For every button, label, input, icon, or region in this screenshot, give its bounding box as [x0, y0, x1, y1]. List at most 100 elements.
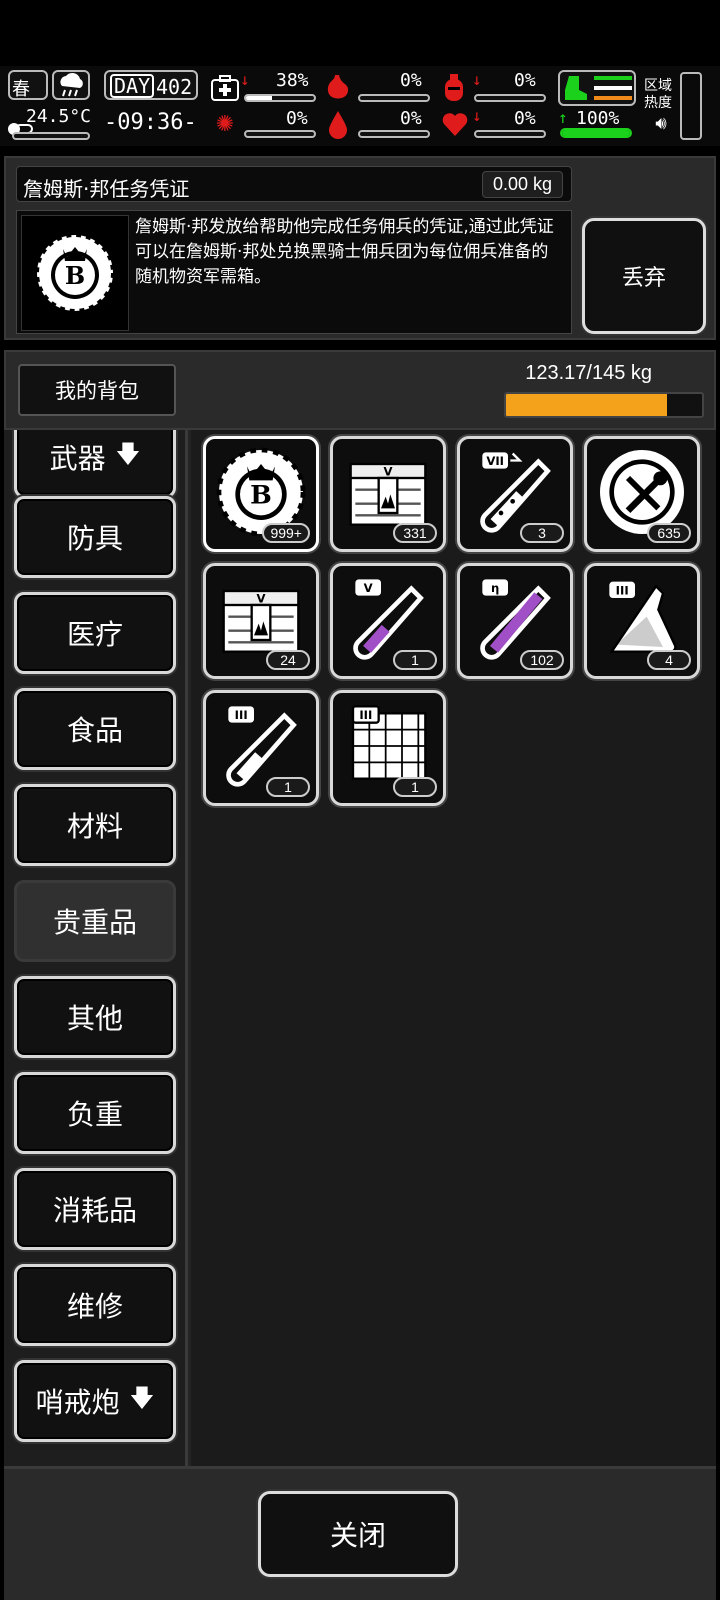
item-slot[interactable]: B 999+ [203, 436, 319, 552]
svg-text:VII: VII [486, 454, 504, 468]
category-8[interactable]: 消耗品 [14, 1168, 176, 1250]
category-label: 武器 [49, 442, 106, 475]
svg-text:B: B [250, 481, 272, 511]
category-4[interactable]: 材料 [14, 784, 176, 866]
scroll-down-arrow-icon: 🡇 [115, 439, 141, 468]
svg-text:V: V [383, 465, 392, 479]
category-1[interactable]: 防具 [14, 496, 176, 578]
svg-text:III: III [235, 708, 248, 722]
item-name: 詹姆斯·邦任务凭证 [23, 177, 190, 201]
category-label: 消耗品 [52, 1194, 137, 1227]
item-detail-panel: 詹姆斯·邦任务凭证 0.00 kg B 詹姆斯·邦发放给帮助他完成任务佣兵的凭证… [4, 156, 716, 340]
season-label: 春 [12, 79, 30, 100]
speaker-icon[interactable]: 🔊︎ [648, 112, 674, 134]
heart-percent: 0% [514, 108, 536, 129]
canteen-icon [440, 72, 468, 104]
inventory-main: 武器 🡇 防具 医疗 食品 材料 贵重品 其他 负重 消耗品 维修 哨戒炮 🡇 B 999+ V 331 VII… [4, 430, 716, 1466]
item-weight: 0.00 kg [481, 171, 563, 198]
category-label: 其他 [66, 1002, 123, 1035]
heart-down-arrow-icon: ↓ [472, 106, 482, 125]
stomach-icon [324, 72, 352, 104]
zone-heat-label: 区域热度 [644, 78, 672, 111]
bleed-percent: 0% [400, 108, 422, 129]
day-number: 402 [156, 75, 193, 99]
stamina-up-arrow-icon: ↑ [558, 108, 568, 127]
item-title-bar: 詹姆斯·邦任务凭证 0.00 kg [16, 166, 572, 202]
scroll-down-arrow-icon: 🡇 [129, 1383, 155, 1412]
temperature-readout: 24.5°C [26, 106, 92, 127]
item-slot[interactable]: 635 [584, 436, 700, 552]
stamina-stripe-white [594, 86, 632, 90]
item-count-badge: 1 [393, 650, 437, 670]
medkit-icon [210, 74, 240, 102]
category-6[interactable]: 其他 [14, 976, 176, 1058]
item-description: 詹姆斯·邦发放给帮助他完成任务佣兵的凭证,通过此凭证可以在詹姆斯·邦处兑换黑骑士… [135, 217, 554, 287]
svg-text:η: η [491, 581, 499, 595]
discard-button[interactable]: 丢弃 [582, 218, 706, 334]
category-2[interactable]: 医疗 [14, 592, 176, 674]
category-3[interactable]: 食品 [14, 688, 176, 770]
hunger-percent: 0% [400, 70, 422, 91]
item-slot[interactable]: III 1 [330, 690, 446, 806]
item-slot[interactable]: V 24 [203, 563, 319, 679]
category-label: 负重 [66, 1098, 123, 1131]
item-count-badge: 1 [393, 777, 437, 797]
item-count-badge: 635 [647, 523, 691, 543]
day-counter: DAY 402 [104, 70, 198, 100]
category-10[interactable]: 哨戒炮 🡇 [14, 1360, 176, 1442]
item-slot[interactable]: V1 [330, 563, 446, 679]
discard-label: 丢弃 [621, 266, 666, 291]
footer: 关闭 [4, 1466, 716, 1600]
item-count-badge: 24 [266, 650, 310, 670]
svg-text:V: V [256, 592, 265, 606]
infection-icon: ✺ [215, 111, 235, 137]
thirst-down-arrow-icon: ↓ [472, 70, 482, 89]
day-label: DAY [110, 74, 155, 98]
item-slot[interactable]: III 4 [584, 563, 700, 679]
health-percent: 38% [276, 70, 309, 91]
category-label: 哨戒炮 [35, 1386, 120, 1419]
close-button[interactable]: 关闭 [258, 1491, 458, 1577]
item-count-badge: 3 [520, 523, 564, 543]
stamina-bar [560, 128, 632, 138]
item-slot[interactable]: VII 3 [457, 436, 573, 552]
item-slot[interactable]: η 102 [457, 563, 573, 679]
close-label: 关闭 [329, 1519, 386, 1552]
token-b-coin-icon: B [21, 215, 129, 331]
season-badge: 春 [8, 70, 48, 100]
heart-icon [440, 108, 470, 140]
item-slot[interactable]: III 1 [203, 690, 319, 806]
health-down-arrow-icon: ↓ [240, 70, 250, 89]
zone-heat-gauge [680, 72, 702, 140]
category-7[interactable]: 负重 [14, 1072, 176, 1154]
category-5[interactable]: 贵重品 [14, 880, 176, 962]
category-0[interactable]: 武器 🡇 [14, 430, 176, 498]
svg-text:III: III [616, 584, 629, 598]
stamina-percent: 100% [576, 108, 620, 129]
boot-icon [562, 74, 590, 102]
item-count-badge: 102 [520, 650, 564, 670]
item-count-badge: 1 [266, 777, 310, 797]
weather-rain-icon [52, 70, 90, 100]
infection-bar [244, 130, 316, 138]
item-slot[interactable]: V 331 [330, 436, 446, 552]
item-grid: B 999+ V 331 VII 3 635 V 24 V 1 η 102 III 4 III 1 III 1 [191, 430, 716, 1466]
heart-bar [474, 130, 546, 138]
svg-text:V: V [364, 581, 373, 595]
category-list[interactable]: 武器 🡇 防具医疗食品材料贵重品其他负重消耗品维修哨戒炮 🡇 [4, 430, 188, 1466]
item-count-badge: 999+ [262, 523, 310, 543]
thirst-bar [474, 94, 546, 102]
item-description-box: B 詹姆斯·邦发放给帮助他完成任务佣兵的凭证,通过此凭证可以在詹姆斯·邦处兑换黑… [16, 210, 572, 334]
my-bag-tab[interactable]: 我的背包 [18, 364, 176, 416]
category-9[interactable]: 维修 [14, 1264, 176, 1346]
category-label: 维修 [66, 1290, 123, 1323]
thirst-percent: 0% [514, 70, 536, 91]
category-label: 防具 [66, 522, 123, 555]
bag-header: 我的背包 123.17/145 kg [4, 350, 716, 430]
hunger-bar [358, 94, 430, 102]
stamina-stripe-green [594, 76, 632, 80]
clock-time: -09:36- [104, 110, 197, 135]
health-bar [244, 94, 316, 102]
bleed-bar [358, 130, 430, 138]
svg-text:B: B [65, 261, 85, 290]
